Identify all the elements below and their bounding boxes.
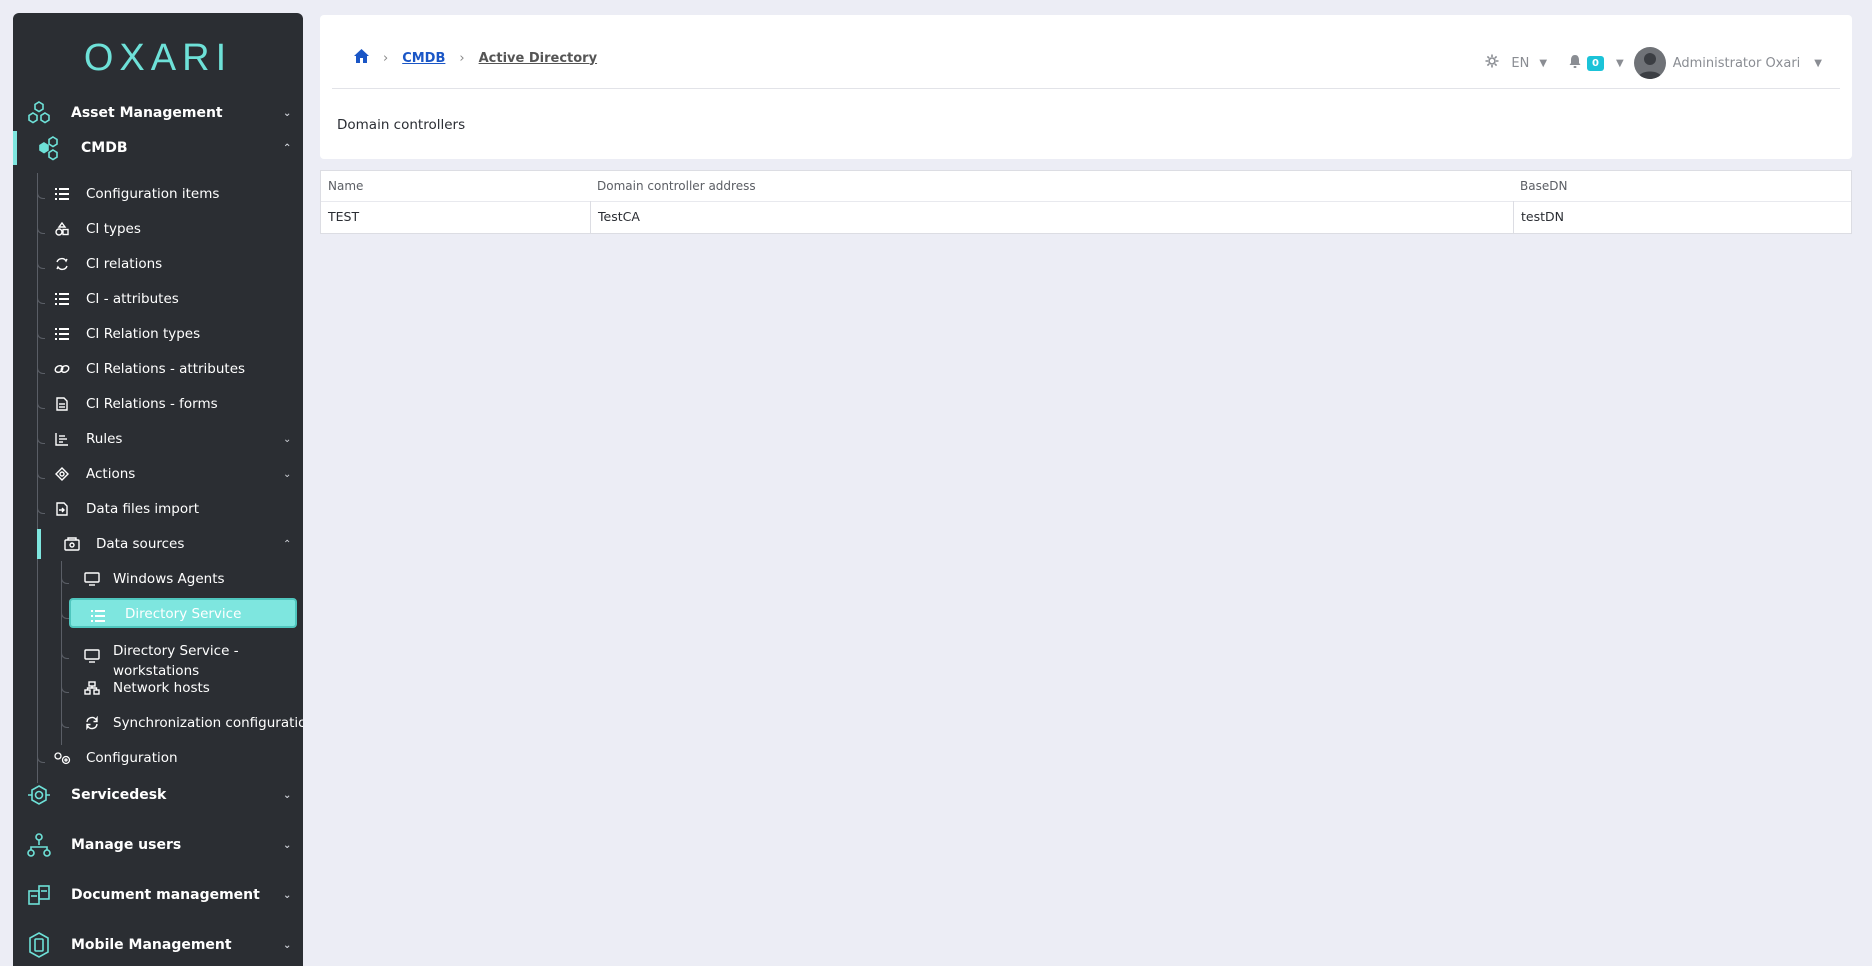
chevron-down-icon: ⌄ (283, 939, 292, 951)
caret-down-icon[interactable]: ▼ (1616, 58, 1624, 69)
chevron-down-icon: ⌄ (283, 433, 292, 445)
users-tree-icon (25, 831, 53, 859)
shapes-icon (53, 220, 71, 238)
cmdb-icon (35, 134, 63, 162)
file-import-icon (53, 500, 71, 518)
language-select[interactable]: EN (1511, 56, 1529, 71)
breadcrumb-cmdb[interactable]: CMDB (402, 51, 445, 66)
notification-badge[interactable]: 0 (1587, 55, 1604, 71)
list-icon (91, 607, 105, 626)
sync-icon (83, 714, 101, 732)
breadcrumb: › CMDB › Active Directory (354, 49, 597, 67)
caret-down-icon[interactable]: ▼ (1814, 58, 1822, 69)
sidebar-item-asset-management[interactable]: Asset Management ⌄ (13, 93, 303, 133)
swap-icon (53, 255, 71, 273)
domain-controllers-table: Name Domain controller address BaseDN TE… (320, 170, 1852, 234)
sidebar-item-rules[interactable]: Rules ⌄ (53, 424, 298, 454)
column-header-name[interactable]: Name (328, 179, 363, 193)
rules-icon (53, 430, 71, 448)
chevron-down-icon: ⌄ (283, 107, 292, 119)
list-icon (53, 325, 71, 343)
column-separator (1513, 201, 1514, 234)
sidebar-item-cmdb[interactable]: CMDB ⌃ (13, 131, 303, 165)
servicedesk-icon (25, 781, 53, 809)
chevron-down-icon: ⌄ (283, 468, 292, 480)
breadcrumb-active-directory[interactable]: Active Directory (479, 51, 597, 66)
gear-icon[interactable] (1485, 54, 1499, 72)
header-divider (332, 88, 1840, 89)
table-cell-basedn[interactable]: testDN (1521, 209, 1564, 224)
user-name[interactable]: Administrator Oxari (1673, 56, 1801, 71)
mobile-icon (25, 931, 53, 959)
chevron-down-icon: ⌄ (283, 839, 292, 851)
column-header-basedn[interactable]: BaseDN (1520, 179, 1567, 193)
avatar[interactable] (1633, 47, 1666, 79)
oxari-logo[interactable]: OXARI (13, 33, 303, 83)
form-icon (53, 395, 71, 413)
caret-down-icon[interactable]: ▼ (1539, 58, 1547, 69)
home-icon[interactable] (354, 49, 369, 67)
header-actions: EN ▼ 0 ▼ Administrator Oxari ▼ (1485, 47, 1822, 79)
chevron-up-icon: ⌃ (283, 538, 292, 550)
monitor-icon (83, 647, 101, 665)
table-cell-address[interactable]: TestCA (598, 209, 640, 224)
sidebar-item-directory-service[interactable]: Directory Service (69, 598, 297, 628)
header-card: › CMDB › Active Directory EN ▼ 0 ▼ Admin… (320, 15, 1852, 159)
bell-icon[interactable] (1569, 54, 1581, 72)
monitor-icon (83, 570, 101, 588)
column-separator (590, 201, 591, 234)
breadcrumb-separator: › (383, 50, 389, 66)
table-row[interactable] (321, 201, 1851, 234)
chevron-down-icon: ⌄ (283, 789, 292, 801)
hexagons-icon (25, 99, 53, 127)
network-icon (83, 679, 101, 697)
sidebar-item-manage-users[interactable]: Manage users ⌄ (13, 825, 303, 865)
list-icon (53, 185, 71, 203)
sidebar-item-document-management[interactable]: Document management ⌄ (13, 875, 303, 915)
table-cell-name[interactable]: TEST (328, 209, 359, 224)
sidebar-item-servicedesk[interactable]: Servicedesk ⌄ (13, 775, 303, 815)
active-indicator (37, 529, 41, 559)
data-sources-icon (63, 535, 81, 553)
sidebar-item-mobile-management[interactable]: Mobile Management ⌄ (13, 925, 303, 965)
chevron-down-icon: ⌄ (283, 889, 292, 901)
chevron-up-icon: ⌃ (283, 142, 292, 154)
actions-icon (53, 465, 71, 483)
list-icon (53, 290, 71, 308)
sidebar-item-actions[interactable]: Actions ⌄ (53, 459, 298, 489)
breadcrumb-separator: › (459, 50, 465, 66)
link-icon (53, 360, 71, 378)
column-header-domain-controller-address[interactable]: Domain controller address (597, 179, 756, 193)
sidebar: OXARI Asset Management ⌄ CMDB ⌃ Configur… (13, 13, 303, 966)
sidebar-item-data-sources[interactable]: Data sources ⌃ (63, 529, 298, 559)
page-title: Domain controllers (337, 117, 466, 133)
gears-icon (53, 749, 71, 767)
documents-icon (25, 881, 53, 909)
